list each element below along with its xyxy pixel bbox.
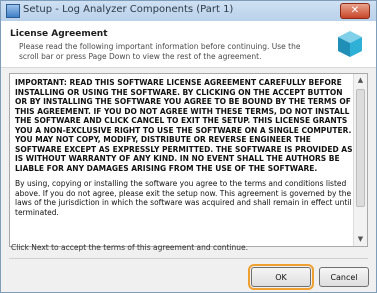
scroll-thumb[interactable] bbox=[356, 89, 365, 207]
cancel-button[interactable]: Cancel bbox=[319, 267, 369, 287]
setup-icon bbox=[6, 4, 20, 18]
license-paragraph-1: IMPORTANT: READ THIS SOFTWARE LICENSE AG… bbox=[15, 78, 353, 173]
window-title: Setup - Log Analyzer Components (Part 1) bbox=[23, 4, 234, 15]
header-subtitle: Please read the following important info… bbox=[19, 42, 301, 61]
license-text-box[interactable]: IMPORTANT: READ THIS SOFTWARE LICENSE AG… bbox=[9, 73, 368, 247]
scroll-up-arrow-icon[interactable]: ▲ bbox=[354, 74, 367, 87]
status-text: Click Next to accept the terms of this a… bbox=[11, 243, 249, 252]
header-panel: License Agreement Please read the follow… bbox=[1, 21, 376, 68]
title-bar[interactable]: Setup - Log Analyzer Components (Part 1)… bbox=[1, 1, 376, 22]
close-button[interactable]: ✕ bbox=[340, 3, 370, 19]
license-paragraph-2: By using, copying or installing the soft… bbox=[15, 179, 352, 217]
ok-button[interactable]: OK bbox=[248, 264, 314, 290]
license-scrollbar[interactable]: ▲ ▼ bbox=[353, 74, 367, 246]
setup-window: Setup - Log Analyzer Components (Part 1)… bbox=[0, 0, 377, 293]
license-text: IMPORTANT: READ THIS SOFTWARE LICENSE AG… bbox=[15, 78, 353, 223]
header-title: License Agreement bbox=[10, 29, 108, 39]
setup-box-icon bbox=[338, 31, 362, 57]
scroll-down-arrow-icon[interactable]: ▼ bbox=[354, 233, 367, 246]
divider bbox=[9, 258, 368, 259]
